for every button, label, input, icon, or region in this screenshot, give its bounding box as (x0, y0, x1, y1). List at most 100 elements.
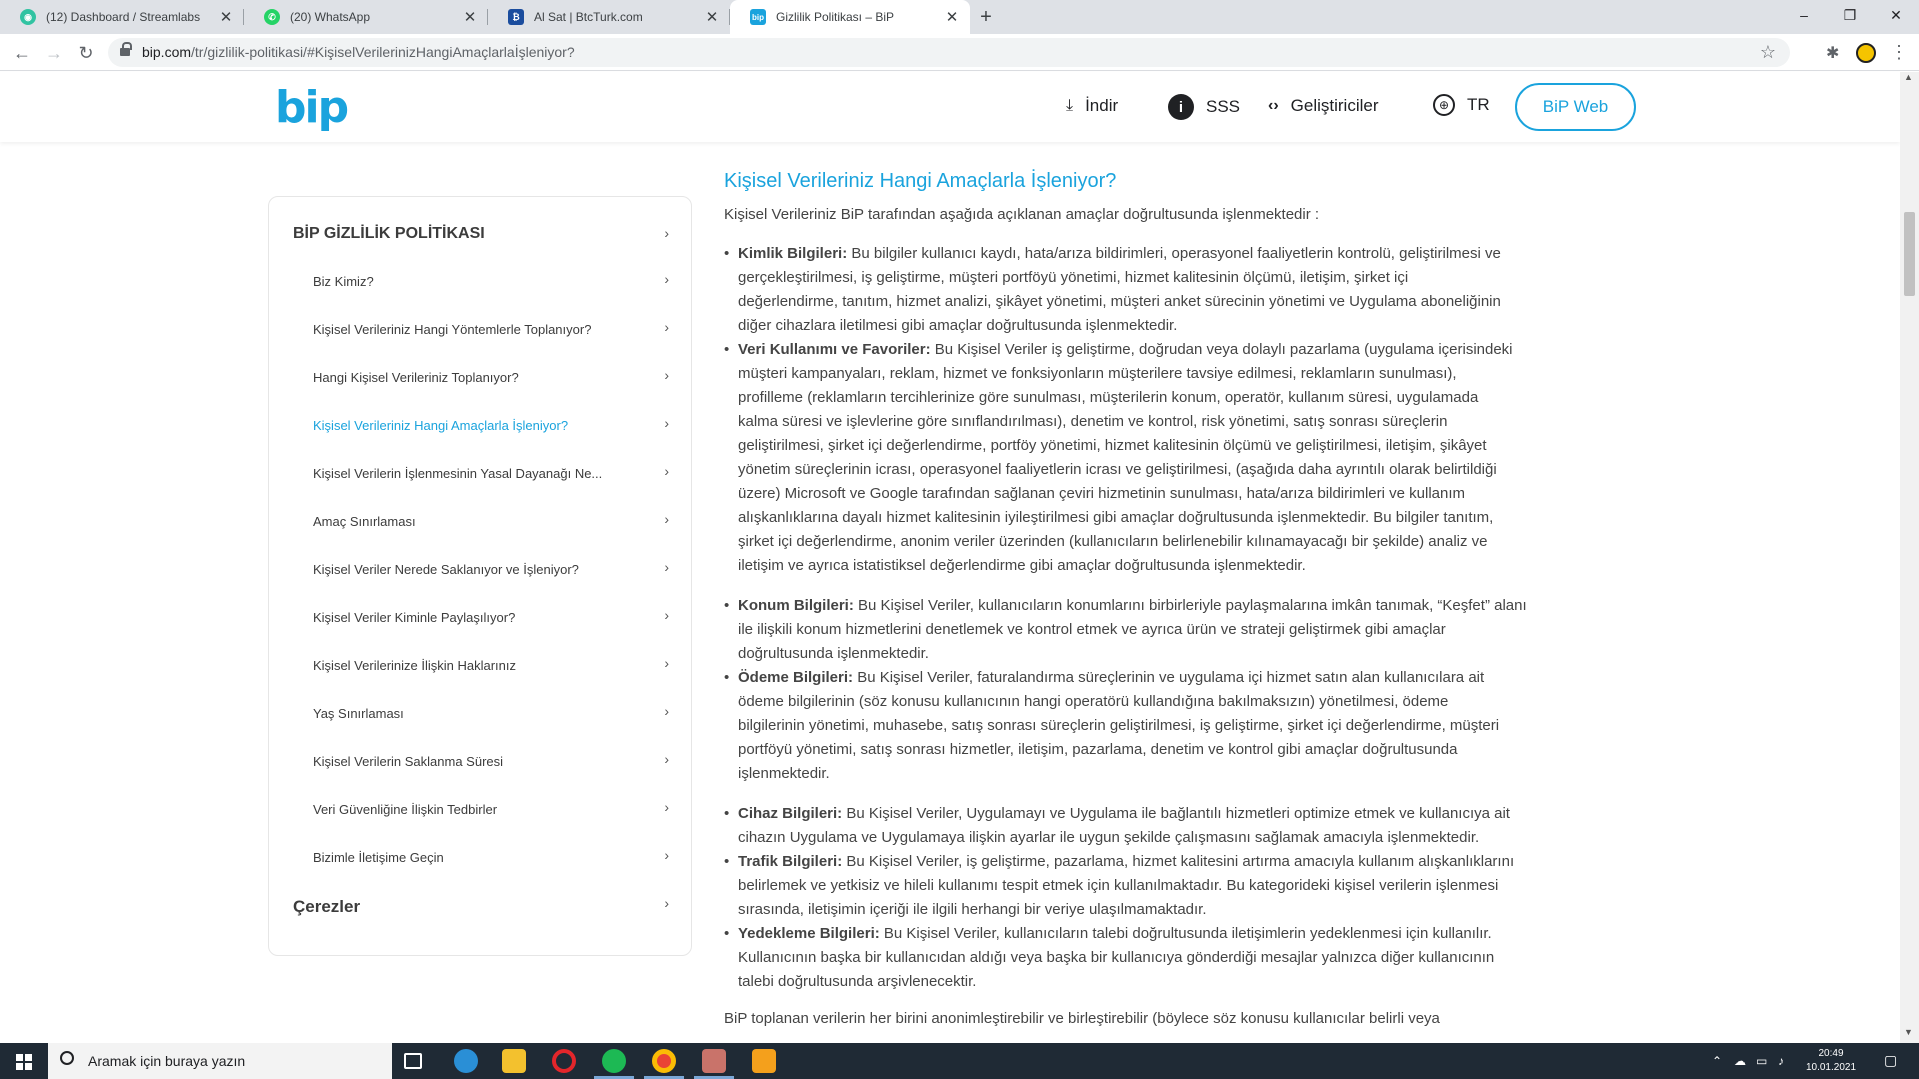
sidebar-item-veri-guvenligi[interactable]: Veri Güvenliğine İlişkin Tedbirler (313, 802, 673, 817)
chevron-right-icon: › (664, 559, 669, 575)
page-scrollbar[interactable]: ▲ ▼ (1900, 72, 1919, 1043)
browser-tab-strip: ◉ (12) Dashboard / Streamlabs ✕ ✆ (20) W… (0, 0, 1919, 34)
sublime-icon[interactable] (752, 1049, 776, 1073)
bullet: • (724, 925, 730, 942)
sidebar-item-saklanma-suresi[interactable]: Kişisel Verilerin Saklanma Süresi (313, 754, 673, 769)
bullet: • (724, 669, 730, 686)
bookmark-star-icon[interactable]: ☆ (1760, 42, 1776, 62)
bip-icon: bip (750, 9, 766, 25)
spotify-icon[interactable] (602, 1049, 626, 1073)
scrollbar-thumb[interactable] (1904, 212, 1915, 296)
bip-logo[interactable]: bip (275, 82, 349, 133)
sidebar-item-saklama-yeri[interactable]: Kişisel Veriler Nerede Saklanıyor ve İşl… (313, 562, 673, 577)
list-item-veri-kullanimi: • Veri Kullanımı ve Favoriler: Bu Kişise… (724, 338, 1602, 578)
info-icon: i (1168, 94, 1194, 120)
scroll-down-icon[interactable]: ▼ (1904, 1027, 1913, 1037)
tab-streamlabs[interactable]: ◉ (12) Dashboard / Streamlabs ✕ (0, 0, 244, 34)
tab-bip[interactable]: bip Gizlilik Politikası – BiP ✕ (730, 0, 970, 34)
extensions-icon[interactable]: ✱ (1826, 43, 1839, 63)
start-button[interactable] (0, 1043, 48, 1079)
chevron-right-icon: › (664, 463, 669, 479)
search-icon (60, 1051, 74, 1065)
term-label: Veri Kullanımı ve Favoriler: (738, 341, 931, 358)
list-item-cihaz: • Cihaz Bilgileri: Bu Kişisel Veriler, U… (724, 802, 1602, 850)
nav-language[interactable]: ⊕ TR (1433, 94, 1490, 116)
chevron-right-icon: › (664, 607, 669, 623)
address-bar[interactable]: bip.com/tr/gizlilik-politikasi/#KişiselV… (108, 38, 1790, 67)
tab-btcturk[interactable]: ₿ Al Sat | BtcTurk.com ✕ (488, 0, 730, 34)
sidebar-heading[interactable]: BİP GİZLİLİK POLİTİKASI (293, 225, 485, 243)
sidebar-item-toplanan-veriler[interactable]: Hangi Kişisel Verileriniz Toplanıyor? (313, 370, 673, 385)
site-header: bip ⤓ İndir i SSS ‹› Geliştiriciler ⊕ TR… (0, 72, 1900, 142)
chevron-up-icon[interactable]: ⌃ (1712, 1054, 1722, 1068)
streamlabs-icon[interactable] (702, 1049, 726, 1073)
close-icon[interactable]: ✕ (942, 8, 962, 26)
globe-icon: ⊕ (1433, 94, 1455, 116)
url-text[interactable]: bip.com/tr/gizlilik-politikasi/#KişiselV… (142, 38, 575, 67)
code-icon: ‹› (1268, 97, 1279, 114)
back-button[interactable]: ← (8, 39, 36, 67)
close-icon[interactable]: ✕ (216, 8, 236, 26)
windows-logo-icon (25, 1063, 32, 1070)
nav-developers[interactable]: ‹› Geliştiriciler (1268, 96, 1379, 116)
term-label: Ödeme Bilgileri: (738, 669, 854, 686)
list-item-konum: • Konum Bilgileri: Bu Kişisel Veriler, k… (724, 594, 1602, 666)
sidebar-item-amac-sinirlamasi[interactable]: Amaç Sınırlaması (313, 514, 673, 529)
section-heading: Kişisel Verileriniz Hangi Amaçlarla İşle… (724, 170, 1117, 192)
new-tab-button[interactable]: + (974, 6, 998, 30)
minimize-button[interactable]: – (1781, 0, 1827, 30)
sidebar-item-yasal-dayanak[interactable]: Kişisel Verilerin İşlenmesinin Yasal Day… (313, 466, 673, 481)
browser-toolbar: ← → ↻ bip.com/tr/gizlilik-politikasi/#Ki… (0, 34, 1919, 71)
bip-web-button[interactable]: BiP Web (1515, 83, 1636, 131)
chrome-icon[interactable] (652, 1049, 676, 1073)
sidebar-item-paylasim[interactable]: Kişisel Veriler Kiminle Paylaşılıyor? (313, 610, 673, 625)
sidebar-item-yontemler[interactable]: Kişisel Verileriniz Hangi Yöntemlerle To… (313, 322, 673, 337)
close-icon[interactable]: ✕ (702, 8, 722, 26)
section-intro: Kişisel Verileriniz BiP tarafından aşağı… (724, 206, 1320, 223)
sidebar-item-yas-sinirlamasi[interactable]: Yaş Sınırlaması (313, 706, 673, 721)
url-path: /tr/gizlilik-politikasi/#KişiselVerileri… (191, 44, 575, 60)
list-item-trafik: • Trafik Bilgileri: Bu Kişisel Veriler, … (724, 850, 1602, 922)
tab-title: (20) WhatsApp (290, 10, 371, 24)
nav-faq[interactable]: i SSS (1168, 94, 1240, 120)
sidebar-item-haklariniz[interactable]: Kişisel Verilerinize İlişkin Haklarınız (313, 658, 673, 673)
sidebar-item-iletisim[interactable]: Bizimle İletişime Geçin (313, 850, 673, 865)
tab-whatsapp[interactable]: ✆ (20) WhatsApp ✕ (244, 0, 488, 34)
profile-avatar[interactable] (1856, 43, 1876, 63)
list-item-odeme: • Ödeme Bilgileri: Bu Kişisel Veriler, f… (724, 666, 1602, 786)
reload-button[interactable]: ↻ (72, 39, 100, 67)
list-item-yedekleme: • Yedekleme Bilgileri: Bu Kişisel Verile… (724, 922, 1602, 994)
close-icon[interactable]: ✕ (460, 8, 480, 26)
chevron-right-icon: › (664, 511, 669, 527)
sidebar-item-amaclar[interactable]: Kişisel Verileriniz Hangi Amaçlarla İşle… (313, 418, 673, 433)
volume-icon[interactable]: ♪ (1778, 1054, 1784, 1068)
clock-date: 10.01.2021 (1805, 1062, 1857, 1073)
opera-icon[interactable] (552, 1049, 576, 1073)
forward-button[interactable]: → (40, 39, 68, 67)
task-view-icon[interactable] (404, 1053, 422, 1069)
chevron-right-icon: › (664, 271, 669, 287)
edge-icon[interactable] (454, 1049, 478, 1073)
network-icon[interactable]: ▭ (1756, 1054, 1767, 1068)
close-window-button[interactable]: ✕ (1873, 0, 1919, 30)
windows-taskbar: Aramak için buraya yazın ⌃ ☁ ▭ ♪ 20:49 1… (0, 1043, 1919, 1079)
bullet: • (724, 805, 730, 822)
nav-faq-label: SSS (1206, 97, 1241, 116)
notifications-icon[interactable]: ▢ (1884, 1052, 1897, 1069)
sidebar-cookies-heading[interactable]: Çerezler (293, 897, 360, 917)
browser-menu-icon[interactable]: ⋮ (1890, 40, 1908, 64)
cloud-icon[interactable]: ☁ (1734, 1054, 1746, 1068)
file-explorer-icon[interactable] (502, 1049, 526, 1073)
list-item-kimlik: • Kimlik Bilgileri: Bu bilgiler kullanıc… (724, 242, 1602, 338)
nav-download[interactable]: ⤓ İndir (1066, 96, 1118, 116)
sidebar-item-biz-kimiz[interactable]: Biz Kimiz? (313, 274, 673, 289)
taskbar-search[interactable]: Aramak için buraya yazın (48, 1043, 392, 1079)
nav-download-label: İndir (1085, 96, 1119, 115)
bullet: • (724, 341, 730, 358)
term-label: Cihaz Bilgileri: (738, 805, 843, 822)
taskbar-clock[interactable]: 20:49 10.01.2021 (1800, 1047, 1862, 1075)
windows-logo-icon (16, 1054, 23, 1061)
maximize-button[interactable]: ❐ (1827, 0, 1873, 30)
scroll-up-icon[interactable]: ▲ (1904, 72, 1913, 82)
lock-icon[interactable] (120, 42, 132, 57)
